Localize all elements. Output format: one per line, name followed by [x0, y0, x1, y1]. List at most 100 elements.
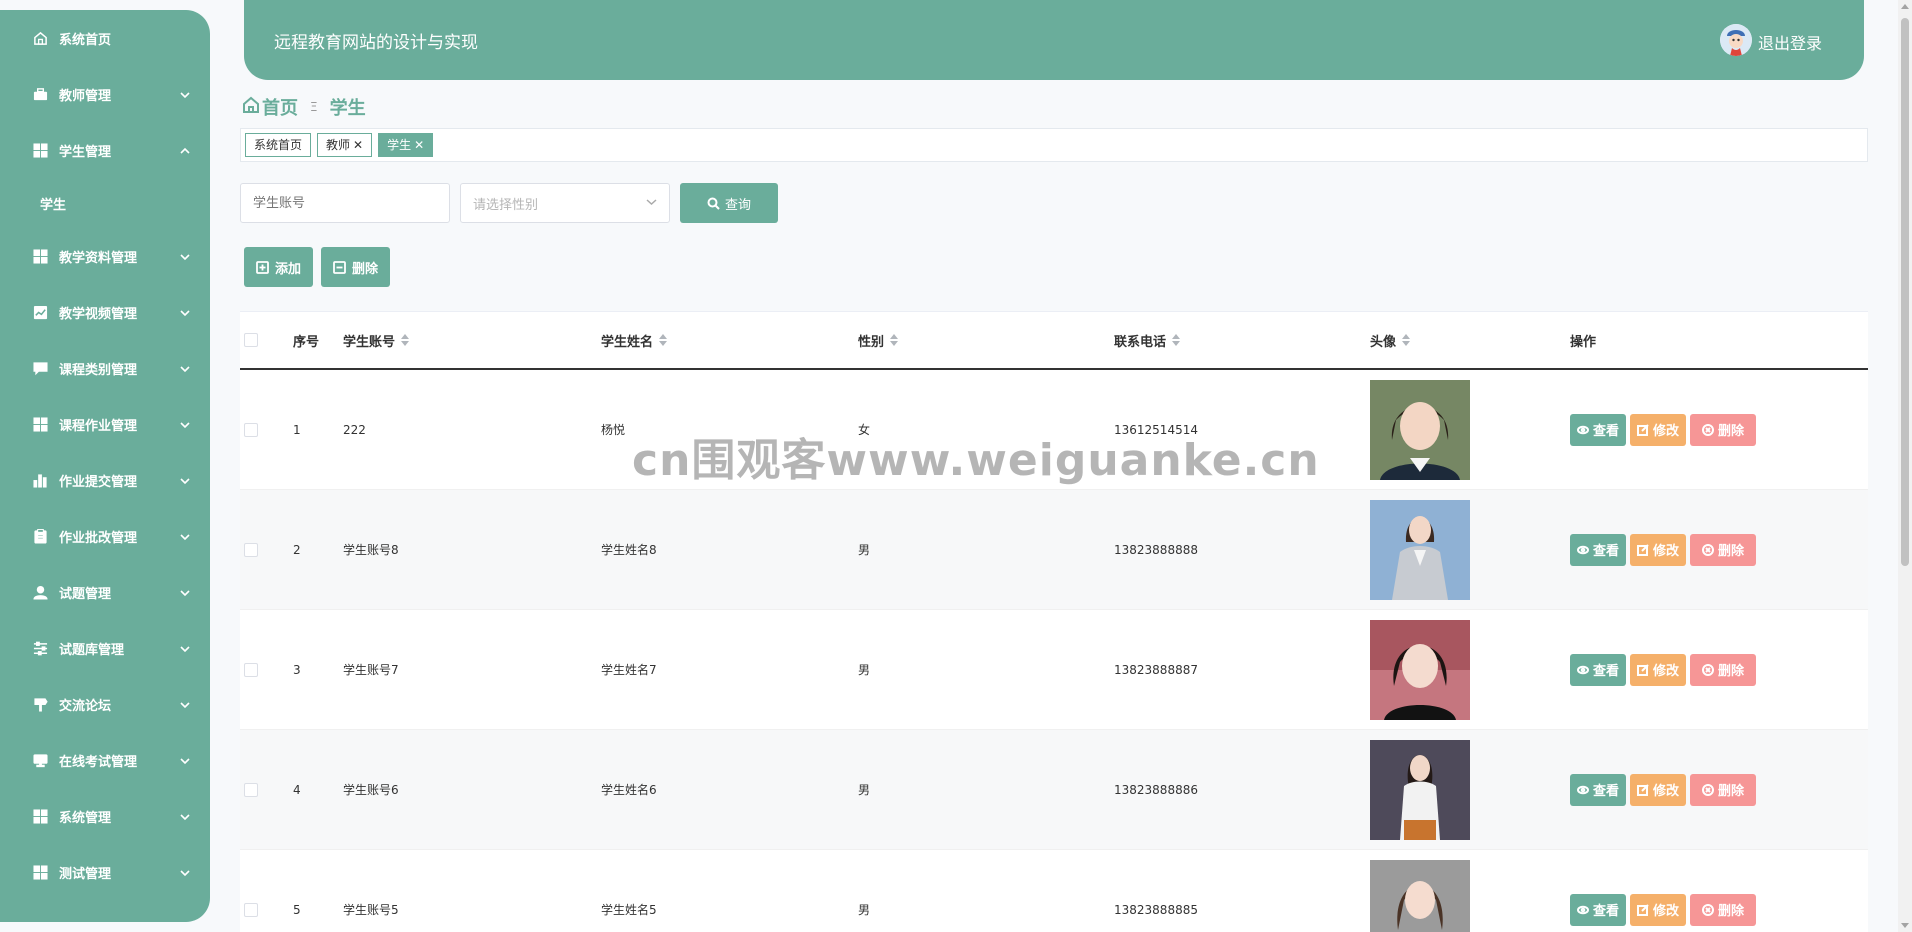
sidebar-item-label: 作业提交管理	[59, 474, 138, 490]
page-scrollbar[interactable]	[1898, 0, 1912, 932]
header-name[interactable]: 学生姓名	[601, 312, 668, 368]
cell-index: 3	[293, 662, 301, 677]
header-gender[interactable]: 性别	[858, 312, 899, 368]
delete-button[interactable]: 删除	[1690, 893, 1757, 926]
student-avatar-image[interactable]	[1370, 379, 1470, 480]
row-actions: 查看 修改 删除	[1570, 413, 1760, 446]
cell-name: 学生姓名7	[601, 663, 657, 677]
student-avatar-image[interactable]	[1370, 499, 1470, 600]
grid-icon	[32, 248, 48, 264]
close-circle-icon	[1702, 663, 1715, 676]
sidebar-item-test[interactable]: 测试管理	[0, 844, 210, 900]
header-avatar[interactable]: 头像	[1370, 312, 1411, 368]
close-icon[interactable]: ✕	[353, 134, 363, 156]
header-gender-label: 性别	[858, 334, 885, 350]
header-phone[interactable]: 联系电话	[1114, 312, 1181, 368]
logout-button[interactable]: 退出登录	[1758, 30, 1822, 54]
gender-select[interactable]: 请选择性别	[460, 183, 670, 223]
header-avatar-label: 头像	[1370, 334, 1397, 350]
header-ops-label: 操作	[1570, 334, 1597, 350]
sidebar-item-homework-submit[interactable]: 作业提交管理	[0, 452, 210, 508]
delete-button[interactable]: 删除	[1690, 653, 1757, 686]
view-label: 查看	[1593, 664, 1620, 679]
edit-label: 修改	[1653, 904, 1680, 919]
gender-select-placeholder: 请选择性别	[473, 197, 539, 213]
sidebar-item-system[interactable]: 系统管理	[0, 788, 210, 844]
edit-button[interactable]: 修改	[1630, 653, 1687, 686]
delete-button[interactable]: 删除	[1690, 533, 1757, 566]
sidebar-item-course-homework[interactable]: 课程作业管理	[0, 396, 210, 452]
sidebar-item-home[interactable]: 系统首页	[0, 10, 210, 66]
student-avatar-image[interactable]	[1370, 859, 1470, 932]
view-button[interactable]: 查看	[1570, 533, 1627, 566]
edit-button[interactable]: 修改	[1630, 533, 1687, 566]
student-account-input[interactable]	[240, 183, 450, 223]
sort-icon[interactable]	[401, 334, 410, 346]
sidebar-item-teacher[interactable]: 教师管理	[0, 66, 210, 122]
delete-button[interactable]: 删除	[1690, 773, 1757, 806]
sidebar-item-teaching-video[interactable]: 教学视频管理	[0, 284, 210, 340]
sort-icon[interactable]	[1172, 334, 1181, 346]
delete-button[interactable]: 删除	[1690, 413, 1757, 446]
header-account[interactable]: 学生账号	[343, 312, 410, 368]
tag-home[interactable]: 系统首页	[245, 133, 312, 157]
delete-label: 删除	[1718, 664, 1745, 679]
sidebar-item-question[interactable]: 试题管理	[0, 564, 210, 620]
sidebar-item-label: 课程作业管理	[59, 418, 138, 434]
view-button[interactable]: 查看	[1570, 413, 1627, 446]
batch-delete-button-label: 删除	[352, 261, 379, 277]
sidebar-item-student[interactable]: 学生管理	[0, 122, 210, 178]
edit-button[interactable]: 修改	[1630, 893, 1687, 926]
cell-index: 4	[293, 782, 301, 797]
scroll-down-arrow-icon[interactable]	[1901, 923, 1909, 928]
view-button[interactable]: 查看	[1570, 653, 1627, 686]
scroll-up-arrow-icon[interactable]	[1901, 4, 1909, 9]
close-icon[interactable]: ✕	[414, 134, 424, 156]
tag-student[interactable]: 学生 ✕	[378, 133, 434, 157]
student-avatar-image[interactable]	[1370, 619, 1470, 720]
cell-name: 学生姓名8	[601, 543, 657, 557]
view-button[interactable]: 查看	[1570, 893, 1627, 926]
sort-icon[interactable]	[1402, 334, 1411, 346]
table-row: 2 学生账号8 学生姓名8 男 13823888888 查看 修改 删除	[240, 490, 1868, 610]
sidebar-item-online-exam[interactable]: 在线考试管理	[0, 732, 210, 788]
cell-phone: 13823888885	[1114, 902, 1198, 917]
avatar[interactable]	[1720, 24, 1752, 56]
edit-button[interactable]: 修改	[1630, 773, 1687, 806]
breadcrumb-home[interactable]: 首页	[262, 94, 298, 120]
sidebar-subitem-student[interactable]: 学生	[0, 178, 210, 228]
sidebar-item-homework-grading[interactable]: 作业批改管理	[0, 508, 210, 564]
sidebar-item-label: 系统管理	[59, 810, 112, 826]
view-button[interactable]: 查看	[1570, 773, 1627, 806]
top-header: 远程教育网站的设计与实现 退出登录	[244, 0, 1864, 80]
grid-icon	[32, 808, 48, 824]
sort-icon[interactable]	[890, 334, 899, 346]
edit-button[interactable]: 修改	[1630, 413, 1687, 446]
scrollbar-thumb[interactable]	[1901, 18, 1909, 566]
sidebar-item-teaching-material[interactable]: 教学资料管理	[0, 228, 210, 284]
sidebar-item-forum[interactable]: 交流论坛	[0, 676, 210, 732]
cell-account: 学生账号8	[343, 543, 399, 557]
sidebar: 系统首页 教师管理 学生管理 学生 教学资料管理 教学视频管理 课程类别管理 课…	[0, 10, 210, 922]
select-all-checkbox[interactable]	[244, 333, 258, 347]
row-checkbox[interactable]	[244, 422, 258, 437]
view-label: 查看	[1593, 544, 1620, 559]
row-checkbox[interactable]	[244, 782, 258, 797]
sidebar-item-course-category[interactable]: 课程类别管理	[0, 340, 210, 396]
grid-icon	[32, 142, 48, 158]
query-button[interactable]: 查询	[680, 183, 778, 223]
student-avatar-image[interactable]	[1370, 739, 1470, 840]
cell-account: 222	[343, 422, 366, 437]
tag-teacher[interactable]: 教师 ✕	[317, 133, 373, 157]
row-checkbox[interactable]	[244, 902, 258, 917]
sidebar-item-question-bank[interactable]: 试题库管理	[0, 620, 210, 676]
row-checkbox[interactable]	[244, 542, 258, 557]
add-button[interactable]: 添加	[244, 247, 314, 287]
sort-icon[interactable]	[659, 334, 668, 346]
batch-delete-button[interactable]: 删除	[321, 247, 391, 287]
student-table: 序号 学生账号 学生姓名 性别 联系电话 头像 操作 1 222 杨悦 女 13…	[240, 311, 1868, 932]
row-actions: 查看 修改 删除	[1570, 533, 1760, 566]
row-checkbox[interactable]	[244, 662, 258, 677]
chevron-down-icon	[180, 867, 190, 877]
view-label: 查看	[1593, 904, 1620, 919]
